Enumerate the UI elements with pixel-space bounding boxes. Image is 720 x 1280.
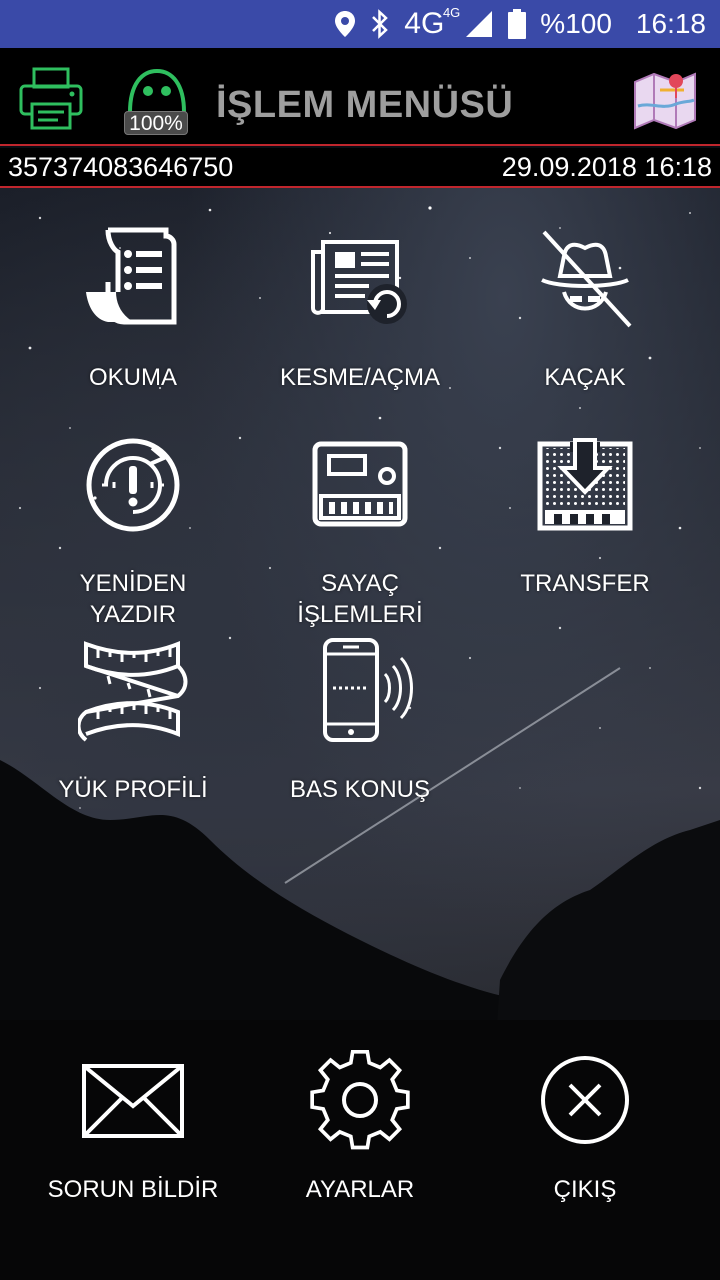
menu-label-okuma: OKUMA — [88, 364, 177, 391]
robot-percent-badge: 100% — [124, 111, 188, 135]
meter-icon — [312, 441, 408, 527]
battery-percent: %100 — [540, 8, 612, 39]
status-bar: 4G 4G %100 16:18 — [0, 0, 720, 48]
signal-icon — [464, 9, 494, 39]
menu-item-yuk-profili[interactable]: YÜK PROFİLİ — [18, 636, 248, 805]
menu-label-yeniden: YENİDEN — [79, 570, 187, 597]
phone-signal-icon — [323, 638, 413, 742]
battery-icon — [508, 9, 527, 39]
settings-button[interactable]: AYARLAR — [245, 1050, 475, 1204]
printer-icon[interactable] — [18, 66, 84, 137]
menu-label-kacak: KAÇAK — [544, 364, 626, 391]
report-issue-button[interactable]: SORUN BİLDİR — [18, 1050, 248, 1204]
menu-item-bas-konus[interactable]: BAS KONUŞ — [245, 636, 475, 805]
bluetooth-icon — [370, 9, 390, 39]
tape-measure-icon — [78, 641, 188, 742]
spy-hat-icon — [541, 230, 632, 328]
mail-icon — [82, 1064, 184, 1138]
network-type: 4G 4G — [404, 5, 461, 40]
menu-label-bas-konus: BAS KONUŞ — [289, 776, 431, 803]
status-time: 16:18 — [635, 8, 706, 39]
info-bar: 357374083646750 29.09.2018 16:18 — [0, 148, 720, 188]
menu-item-kesme-acma[interactable]: KESME/AÇMA — [245, 222, 475, 393]
menu-label-kesme-acma: KESME/AÇMA — [279, 364, 441, 391]
page-title: İŞLEM MENÜSÜ — [216, 84, 514, 126]
menu-label-islemleri: İŞLEMLERİ — [297, 601, 423, 628]
menu-label-yazdir: YAZDIR — [89, 601, 177, 628]
reprint-icon — [86, 438, 180, 532]
app-header: 100% İŞLEM MENÜSÜ — [0, 48, 720, 146]
menu-item-okuma[interactable]: OKUMA — [18, 222, 248, 393]
reading-list-icon — [86, 227, 177, 325]
settings-label: AYARLAR — [305, 1176, 415, 1203]
menu-item-yeniden-yazdir[interactable]: YENİDEN YAZDIR — [18, 430, 248, 630]
menu-item-kacak[interactable]: KAÇAK — [470, 222, 700, 393]
gear-icon — [310, 1050, 410, 1150]
exit-label: ÇIKIŞ — [553, 1176, 617, 1203]
menu-label-sayac: SAYAÇ — [321, 570, 399, 597]
menu-item-sayac-islemleri[interactable]: SAYAÇ İŞLEMLERİ — [245, 430, 475, 630]
document-refresh-icon — [311, 240, 407, 324]
map-icon[interactable] — [632, 68, 698, 135]
device-id: 357374083646750 — [8, 151, 234, 182]
menu-label-yuk-profili: YÜK PROFİLİ — [58, 776, 208, 803]
menu-item-transfer[interactable]: TRANSFER — [470, 430, 700, 599]
transfer-icon — [537, 438, 633, 531]
report-issue-label: SORUN BİLDİR — [47, 1176, 219, 1203]
close-icon — [541, 1056, 629, 1144]
location-icon — [334, 10, 356, 38]
datetime: 29.09.2018 16:18 — [501, 151, 712, 182]
menu-label-transfer: TRANSFER — [520, 570, 650, 597]
exit-button[interactable]: ÇIKIŞ — [470, 1050, 700, 1204]
